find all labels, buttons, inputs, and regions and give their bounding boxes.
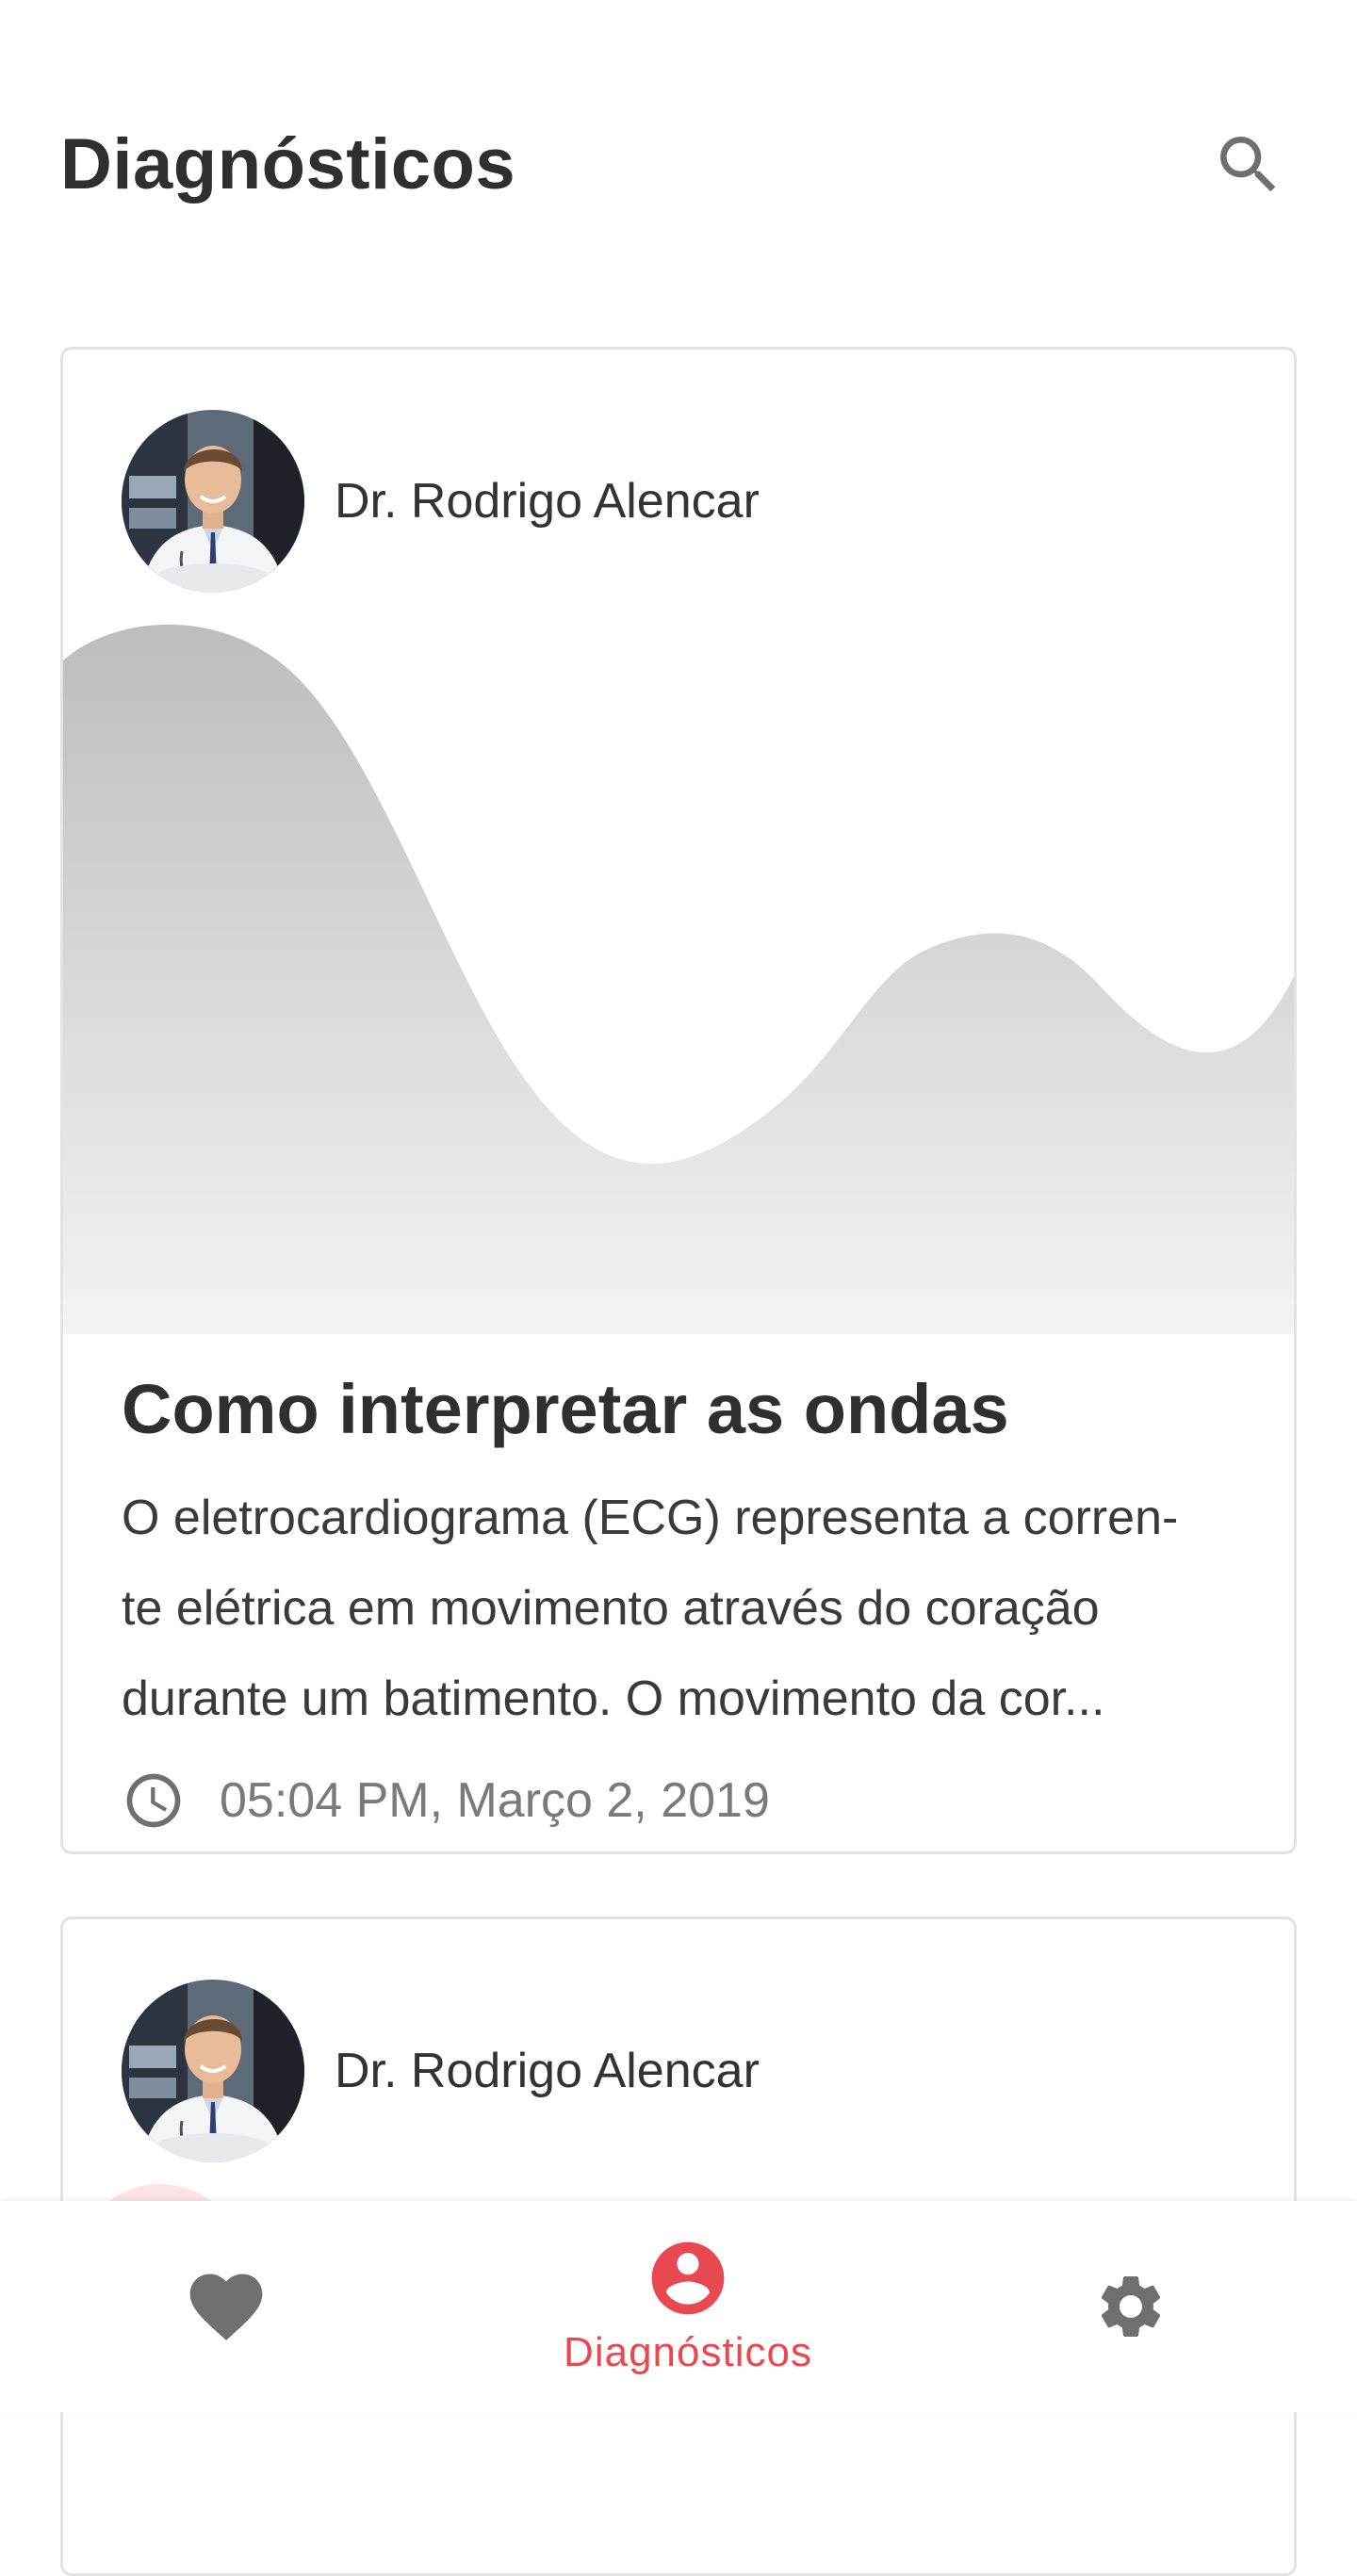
excerpt-line: te elétrica em movimento através do cora… [122, 1581, 1100, 1636]
card-title: Como interpretar as ondas [122, 1370, 1009, 1448]
diagnosis-card[interactable]: Dr. Rodrigo Alencar Como interpretar as … [60, 347, 1297, 1854]
author-row: Dr. Rodrigo Alencar [122, 410, 760, 593]
heart-icon [189, 2274, 263, 2340]
card-meta: 05:04 PM, Março 2, 2019 [122, 1763, 770, 1838]
excerpt-line: durante um batimento. O movimento da cor… [122, 1671, 1105, 1726]
nav-label: Diagnósticos [564, 2329, 812, 2375]
search-icon [1220, 137, 1276, 192]
nav-item-diagnosticos[interactable]: Diagnósticos [537, 2201, 839, 2412]
avatar [122, 410, 304, 593]
gear-icon [1101, 2276, 1161, 2337]
app-header: Diagnósticos [0, 0, 1357, 311]
card-date: 05:04 PM, Março 2, 2019 [220, 1773, 770, 1828]
clock-icon [126, 1773, 181, 1828]
account-circle-icon [651, 2242, 725, 2315]
page-title: Diagnósticos [60, 124, 516, 204]
nav-item-settings[interactable] [1037, 2201, 1225, 2412]
nav-item-favorites[interactable] [132, 2201, 320, 2412]
author-row: Dr. Rodrigo Alencar [122, 1980, 760, 2162]
author-name: Dr. Rodrigo Alencar [335, 474, 760, 529]
search-button[interactable] [1197, 113, 1300, 217]
ecg-wave-illustration [63, 624, 1294, 1334]
card-excerpt: O eletrocardiograma (ECG) representa a c… [122, 1473, 1234, 1744]
avatar [122, 1980, 304, 2162]
excerpt-line: O eletrocardiograma (ECG) representa a c… [122, 1491, 1179, 1545]
bottom-navigation: Diagnósticos [0, 2201, 1357, 2412]
author-name: Dr. Rodrigo Alencar [335, 2044, 760, 2098]
